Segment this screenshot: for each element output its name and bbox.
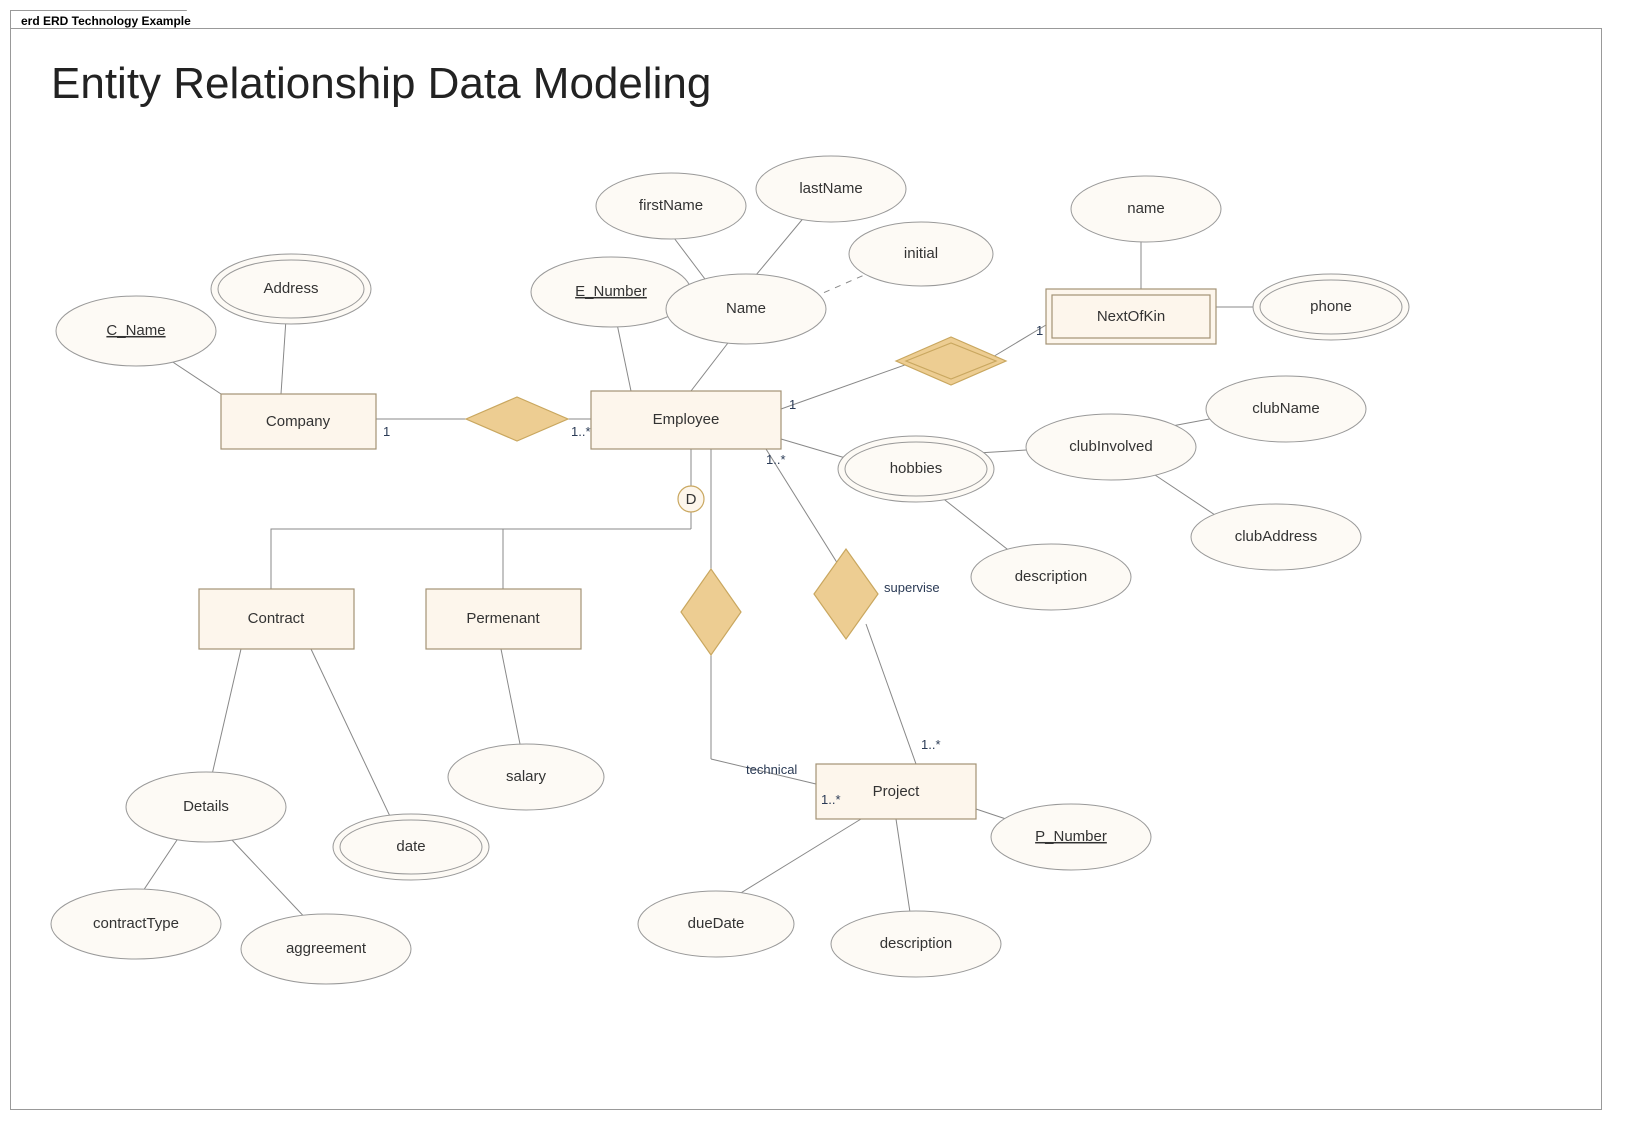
attr-date-multi: date	[333, 814, 489, 880]
attr-p-number: P_Number	[991, 804, 1151, 870]
attr-description-hobbies: description	[971, 544, 1131, 610]
erd-canvas: D Company Employee NextOfKin Contract	[11, 29, 1601, 1109]
svg-text:clubAddress: clubAddress	[1235, 528, 1318, 545]
attr-hobbies-multi: hobbies	[838, 436, 994, 502]
svg-text:Project: Project	[873, 783, 921, 800]
attr-nok-name: name	[1071, 176, 1221, 242]
rel-employee-nextofkin-weak	[896, 337, 1006, 385]
attr-details: Details	[126, 772, 286, 842]
attr-club-address: clubAddress	[1191, 504, 1361, 570]
svg-text:Details: Details	[183, 798, 229, 815]
card-emp-right: 1	[789, 397, 796, 412]
attr-club-name: clubName	[1206, 376, 1366, 442]
svg-text:Permenant: Permenant	[466, 610, 540, 627]
entity-contract: Contract	[199, 589, 354, 649]
card-emp-left: 1..*	[571, 424, 591, 439]
rel-label-supervise: supervise	[884, 580, 940, 595]
subtype-indicator-d: D	[678, 486, 704, 512]
svg-text:clubName: clubName	[1252, 400, 1320, 417]
attr-contract-type: contractType	[51, 889, 221, 959]
svg-text:aggreement: aggreement	[286, 940, 367, 957]
card-proj-sup: 1..*	[921, 737, 941, 752]
svg-text:Contract: Contract	[248, 610, 306, 627]
svg-text:clubInvolved: clubInvolved	[1069, 438, 1152, 455]
rel-company-employee	[466, 397, 568, 441]
svg-text:description: description	[1015, 568, 1088, 585]
attr-salary: salary	[448, 744, 604, 810]
svg-text:initial: initial	[904, 245, 938, 262]
svg-text:dueDate: dueDate	[688, 915, 745, 932]
svg-text:Employee: Employee	[653, 411, 720, 428]
svg-text:hobbies: hobbies	[890, 460, 943, 477]
attr-aggreement: aggreement	[241, 914, 411, 984]
svg-text:phone: phone	[1310, 298, 1352, 315]
attr-initial: initial	[849, 222, 993, 286]
attr-c-name: C_Name	[56, 296, 216, 366]
svg-text:description: description	[880, 935, 953, 952]
attr-description-project: description	[831, 911, 1001, 977]
svg-text:Name: Name	[726, 300, 766, 317]
entity-company: Company	[221, 394, 376, 449]
card-emp-down: 1..*	[766, 452, 786, 467]
svg-text:firstName: firstName	[639, 197, 703, 214]
svg-text:NextOfKin: NextOfKin	[1097, 308, 1165, 325]
attr-nok-phone-multi: phone	[1253, 274, 1409, 340]
rel-supervise	[814, 549, 878, 639]
attr-address-multi: Address	[211, 254, 371, 324]
svg-text:lastName: lastName	[799, 180, 862, 197]
attr-e-number: E_Number	[531, 257, 691, 327]
svg-text:Company: Company	[266, 413, 331, 430]
diagram-panel: Entity Relationship Data Modeling	[10, 28, 1602, 1110]
rel-technical	[681, 569, 741, 655]
card-nok: 1	[1036, 323, 1043, 338]
svg-text:C_Name: C_Name	[106, 322, 165, 339]
attr-due-date: dueDate	[638, 891, 794, 957]
card-proj-tech: 1..*	[821, 792, 841, 807]
attr-last-name: lastName	[756, 156, 906, 222]
svg-text:P_Number: P_Number	[1035, 828, 1107, 845]
svg-text:contractType: contractType	[93, 915, 179, 932]
entity-employee: Employee	[591, 391, 781, 449]
attr-club-involved: clubInvolved	[1026, 414, 1196, 480]
card-company: 1	[383, 424, 390, 439]
svg-text:Address: Address	[263, 280, 318, 297]
svg-text:date: date	[396, 838, 425, 855]
svg-text:E_Number: E_Number	[575, 283, 647, 300]
svg-text:salary: salary	[506, 768, 547, 785]
attr-first-name: firstName	[596, 173, 746, 239]
rel-label-technical: technical	[746, 762, 797, 777]
attr-name-composite: Name	[666, 274, 826, 344]
entity-permanent: Permenant	[426, 589, 581, 649]
svg-text:D: D	[686, 491, 697, 508]
entity-nextofkin-weak: NextOfKin	[1046, 289, 1216, 344]
svg-text:name: name	[1127, 200, 1165, 217]
